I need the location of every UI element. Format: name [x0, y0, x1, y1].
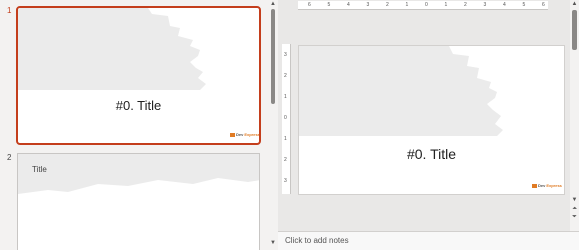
devexpress-logo: Dev Express [230, 132, 259, 137]
ruler-tick-label: 1 [405, 2, 409, 8]
ruler-tick-label: 1 [284, 94, 287, 100]
ruler-tick-label: 0 [425, 2, 428, 8]
scroll-up-arrow-icon[interactable]: ▲ [269, 0, 277, 8]
notes-placeholder[interactable]: Click to add notes [285, 236, 349, 245]
horizontal-ruler[interactable]: 6 5 4 3 2 1 0 1 2 3 4 5 6 [298, 1, 548, 10]
scrollbar-thumb[interactable] [572, 10, 577, 50]
scrollbar-thumb[interactable] [271, 9, 275, 104]
ruler-tick-label: 3 [366, 2, 370, 8]
previous-slide-icon[interactable]: ⏶ [570, 205, 579, 213]
scroll-down-arrow-icon[interactable]: ▼ [570, 196, 579, 204]
editor-scrollbar[interactable]: ▲ ▼ ⏶ ⏷ [570, 0, 579, 231]
slide-editor[interactable]: 6 5 4 3 2 1 0 1 2 3 4 5 6 3 2 1 0 1 2 3 #0. Title Dev Expre… [278, 0, 579, 231]
ruler-tick-label: 5 [522, 2, 526, 8]
ruler-tick-label: 3 [284, 52, 287, 58]
brush-stroke-graphic [18, 8, 206, 90]
current-slide[interactable]: #0. Title Dev Express [298, 45, 565, 195]
slide-thumbnail-pane[interactable]: 1 #0. Title Dev Express 2 Title ▲ ▼ [0, 0, 277, 250]
devexpress-logo: Dev Express [532, 183, 562, 188]
vertical-ruler[interactable]: 3 2 1 0 1 2 3 [282, 44, 291, 194]
next-slide-icon[interactable]: ⏷ [570, 213, 579, 221]
thumbnail-scrollbar[interactable]: ▲ ▼ [269, 0, 277, 250]
ruler-tick-label: 4 [503, 2, 506, 8]
scroll-down-arrow-icon[interactable]: ▼ [269, 239, 277, 247]
ruler-tick-label: 2 [464, 2, 467, 8]
ruler-tick-label: 4 [347, 2, 350, 8]
ruler-tick-label: 5 [327, 2, 331, 8]
ruler-tick-label: 1 [444, 2, 448, 8]
ruler-tick-label: 2 [386, 2, 389, 8]
slide-thumbnail-1[interactable]: #0. Title Dev Express [16, 6, 261, 145]
ruler-tick-label: 6 [542, 2, 545, 8]
ruler-tick-label: 1 [284, 136, 287, 142]
slide-title-placeholder[interactable]: #0. Title [299, 146, 564, 162]
brush-stroke-graphic [299, 46, 503, 136]
ruler-tick-label: 2 [284, 73, 287, 79]
notes-pane[interactable]: Click to add notes [278, 231, 579, 250]
brush-stroke-graphic [18, 154, 259, 194]
ruler-tick-label: 0 [284, 115, 287, 121]
ruler-tick-label: 2 [284, 157, 287, 163]
ruler-tick-label: 3 [483, 2, 487, 8]
thumbnail-title: Title [32, 165, 47, 174]
thumbnail-title: #0. Title [115, 98, 162, 113]
ruler-tick-label: 6 [308, 2, 311, 8]
scroll-up-arrow-icon[interactable]: ▲ [570, 0, 579, 8]
slide-thumbnail-2[interactable]: Title [17, 153, 260, 250]
slide-number-1: 1 [7, 6, 12, 15]
slide-number-2: 2 [7, 153, 12, 162]
ruler-tick-label: 3 [284, 178, 287, 184]
